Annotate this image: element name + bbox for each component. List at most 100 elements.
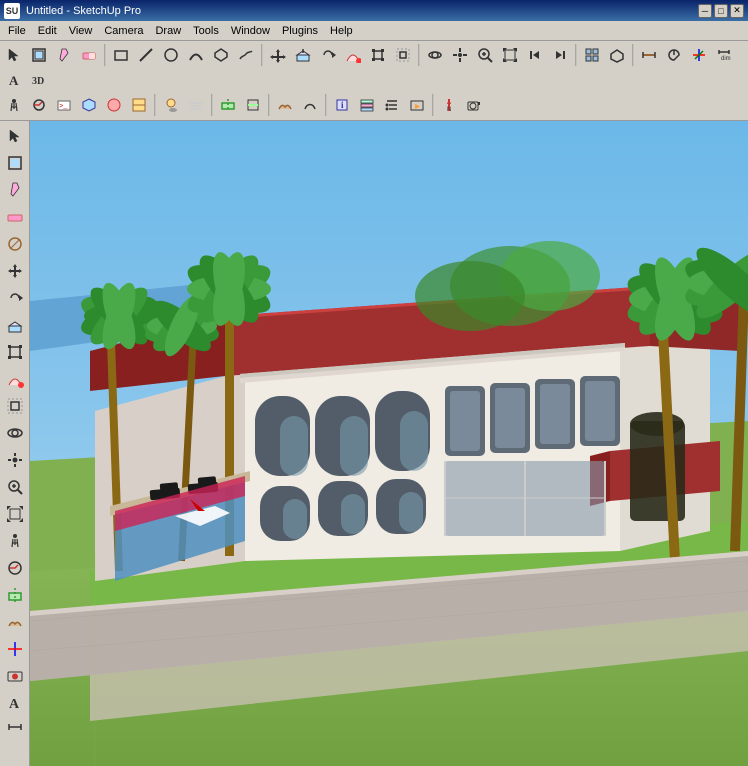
maximize-button[interactable]: □ bbox=[714, 4, 728, 18]
toolbar2-sep-4 bbox=[325, 94, 327, 116]
orbit-btn[interactable] bbox=[423, 43, 447, 67]
lt-axes[interactable] bbox=[2, 636, 28, 662]
dimension-btn[interactable]: dim bbox=[712, 43, 736, 67]
rectangle-btn[interactable] bbox=[109, 43, 133, 67]
lt-section[interactable] bbox=[2, 582, 28, 608]
lt-zoomextents[interactable] bbox=[2, 501, 28, 527]
pushpull-btn[interactable] bbox=[291, 43, 315, 67]
lt-followme[interactable] bbox=[2, 366, 28, 392]
smooth-btn[interactable] bbox=[298, 93, 322, 117]
viewport[interactable] bbox=[30, 121, 748, 766]
lookaround-btn[interactable] bbox=[27, 93, 51, 117]
styles-btn[interactable] bbox=[127, 93, 151, 117]
iso-view-btn[interactable] bbox=[605, 43, 629, 67]
lt-text[interactable]: A bbox=[2, 690, 28, 716]
walk-btn[interactable] bbox=[2, 93, 26, 117]
scenes-btn[interactable] bbox=[405, 93, 429, 117]
make-component-btn[interactable] bbox=[27, 43, 51, 67]
lt-paint[interactable] bbox=[2, 177, 28, 203]
toolbar-area: dim A 3D >_ bbox=[0, 41, 748, 121]
advanced-camera-btn[interactable] bbox=[462, 93, 486, 117]
window-controls[interactable]: ─ □ ✕ bbox=[698, 4, 744, 18]
menu-edit[interactable]: Edit bbox=[32, 24, 63, 38]
toolbar-sep-5 bbox=[632, 44, 634, 66]
menu-tools[interactable]: Tools bbox=[187, 24, 225, 38]
toolbar2-sep-3 bbox=[268, 94, 270, 116]
scene-canvas[interactable] bbox=[30, 121, 748, 766]
menu-draw[interactable]: Draw bbox=[149, 24, 187, 38]
layers-btn[interactable] bbox=[355, 93, 379, 117]
minimize-button[interactable]: ─ bbox=[698, 4, 712, 18]
fog-btn[interactable] bbox=[184, 93, 208, 117]
section-cuts-btn[interactable] bbox=[241, 93, 265, 117]
toolbar-row-2: >_ i bbox=[2, 93, 746, 117]
menu-camera[interactable]: Camera bbox=[98, 24, 149, 38]
text-btn[interactable]: A bbox=[2, 68, 26, 92]
pan-btn[interactable] bbox=[448, 43, 472, 67]
prev-view-btn[interactable] bbox=[523, 43, 547, 67]
axes-btn[interactable] bbox=[687, 43, 711, 67]
solar-north-btn[interactable]: N bbox=[437, 93, 461, 117]
menu-window[interactable]: Window bbox=[225, 24, 276, 38]
materials-btn[interactable] bbox=[102, 93, 126, 117]
polygon-btn[interactable] bbox=[209, 43, 233, 67]
zoom-btn[interactable] bbox=[473, 43, 497, 67]
ruby-console-btn[interactable]: >_ bbox=[52, 93, 76, 117]
move-btn[interactable] bbox=[266, 43, 290, 67]
lt-dimension[interactable] bbox=[2, 717, 28, 743]
lt-offset[interactable] bbox=[2, 393, 28, 419]
lt-tape[interactable] bbox=[2, 231, 28, 257]
menu-plugins[interactable]: Plugins bbox=[276, 24, 324, 38]
svg-text:A: A bbox=[9, 73, 19, 88]
close-button[interactable]: ✕ bbox=[730, 4, 744, 18]
lt-lookaround[interactable] bbox=[2, 555, 28, 581]
paint-btn[interactable] bbox=[52, 43, 76, 67]
lt-make-component[interactable] bbox=[2, 150, 28, 176]
lt-rotate[interactable] bbox=[2, 285, 28, 311]
next-view-btn[interactable] bbox=[548, 43, 572, 67]
outliner-btn[interactable] bbox=[380, 93, 404, 117]
erase-btn[interactable] bbox=[77, 43, 101, 67]
section-plane-btn[interactable] bbox=[216, 93, 240, 117]
lt-rec[interactable] bbox=[2, 663, 28, 689]
lt-move[interactable] bbox=[2, 258, 28, 284]
svg-text:N: N bbox=[447, 107, 451, 113]
protractor-btn[interactable] bbox=[662, 43, 686, 67]
3dtext-btn[interactable]: 3D bbox=[27, 68, 51, 92]
rotate-btn[interactable] bbox=[316, 43, 340, 67]
lt-sandbox[interactable] bbox=[2, 609, 28, 635]
scale-btn[interactable] bbox=[366, 43, 390, 67]
menu-file[interactable]: File bbox=[2, 24, 32, 38]
menu-help[interactable]: Help bbox=[324, 24, 359, 38]
arc-btn[interactable] bbox=[184, 43, 208, 67]
components-btn[interactable] bbox=[77, 93, 101, 117]
lt-pan[interactable] bbox=[2, 447, 28, 473]
svg-text:A: A bbox=[9, 697, 20, 712]
title-bar: SU Untitled - SketchUp Pro ─ □ ✕ bbox=[0, 0, 748, 21]
lt-pushpull[interactable] bbox=[2, 312, 28, 338]
circle-btn[interactable] bbox=[159, 43, 183, 67]
lt-scale[interactable] bbox=[2, 339, 28, 365]
lt-walk[interactable] bbox=[2, 528, 28, 554]
lt-zoom[interactable] bbox=[2, 474, 28, 500]
entity-info-btn[interactable]: i bbox=[330, 93, 354, 117]
toolbar-row-1: dim A 3D bbox=[2, 43, 746, 92]
line-btn[interactable] bbox=[134, 43, 158, 67]
zoom-extents-btn[interactable] bbox=[498, 43, 522, 67]
offset-btn[interactable] bbox=[391, 43, 415, 67]
lt-orbit[interactable] bbox=[2, 420, 28, 446]
app-icon: SU bbox=[4, 3, 20, 19]
sandbox-btn[interactable] bbox=[273, 93, 297, 117]
followme-btn[interactable] bbox=[341, 43, 365, 67]
toolbar-sep-1 bbox=[104, 44, 106, 66]
svg-text:>_: >_ bbox=[59, 103, 68, 111]
shadows-btn[interactable] bbox=[159, 93, 183, 117]
lt-select[interactable] bbox=[2, 123, 28, 149]
standard-views-btn[interactable] bbox=[580, 43, 604, 67]
toolbar-sep-3 bbox=[418, 44, 420, 66]
select-tool-btn[interactable] bbox=[2, 43, 26, 67]
freehand-btn[interactable] bbox=[234, 43, 258, 67]
menu-view[interactable]: View bbox=[63, 24, 99, 38]
tape-measure-btn[interactable] bbox=[637, 43, 661, 67]
lt-erase[interactable] bbox=[2, 204, 28, 230]
